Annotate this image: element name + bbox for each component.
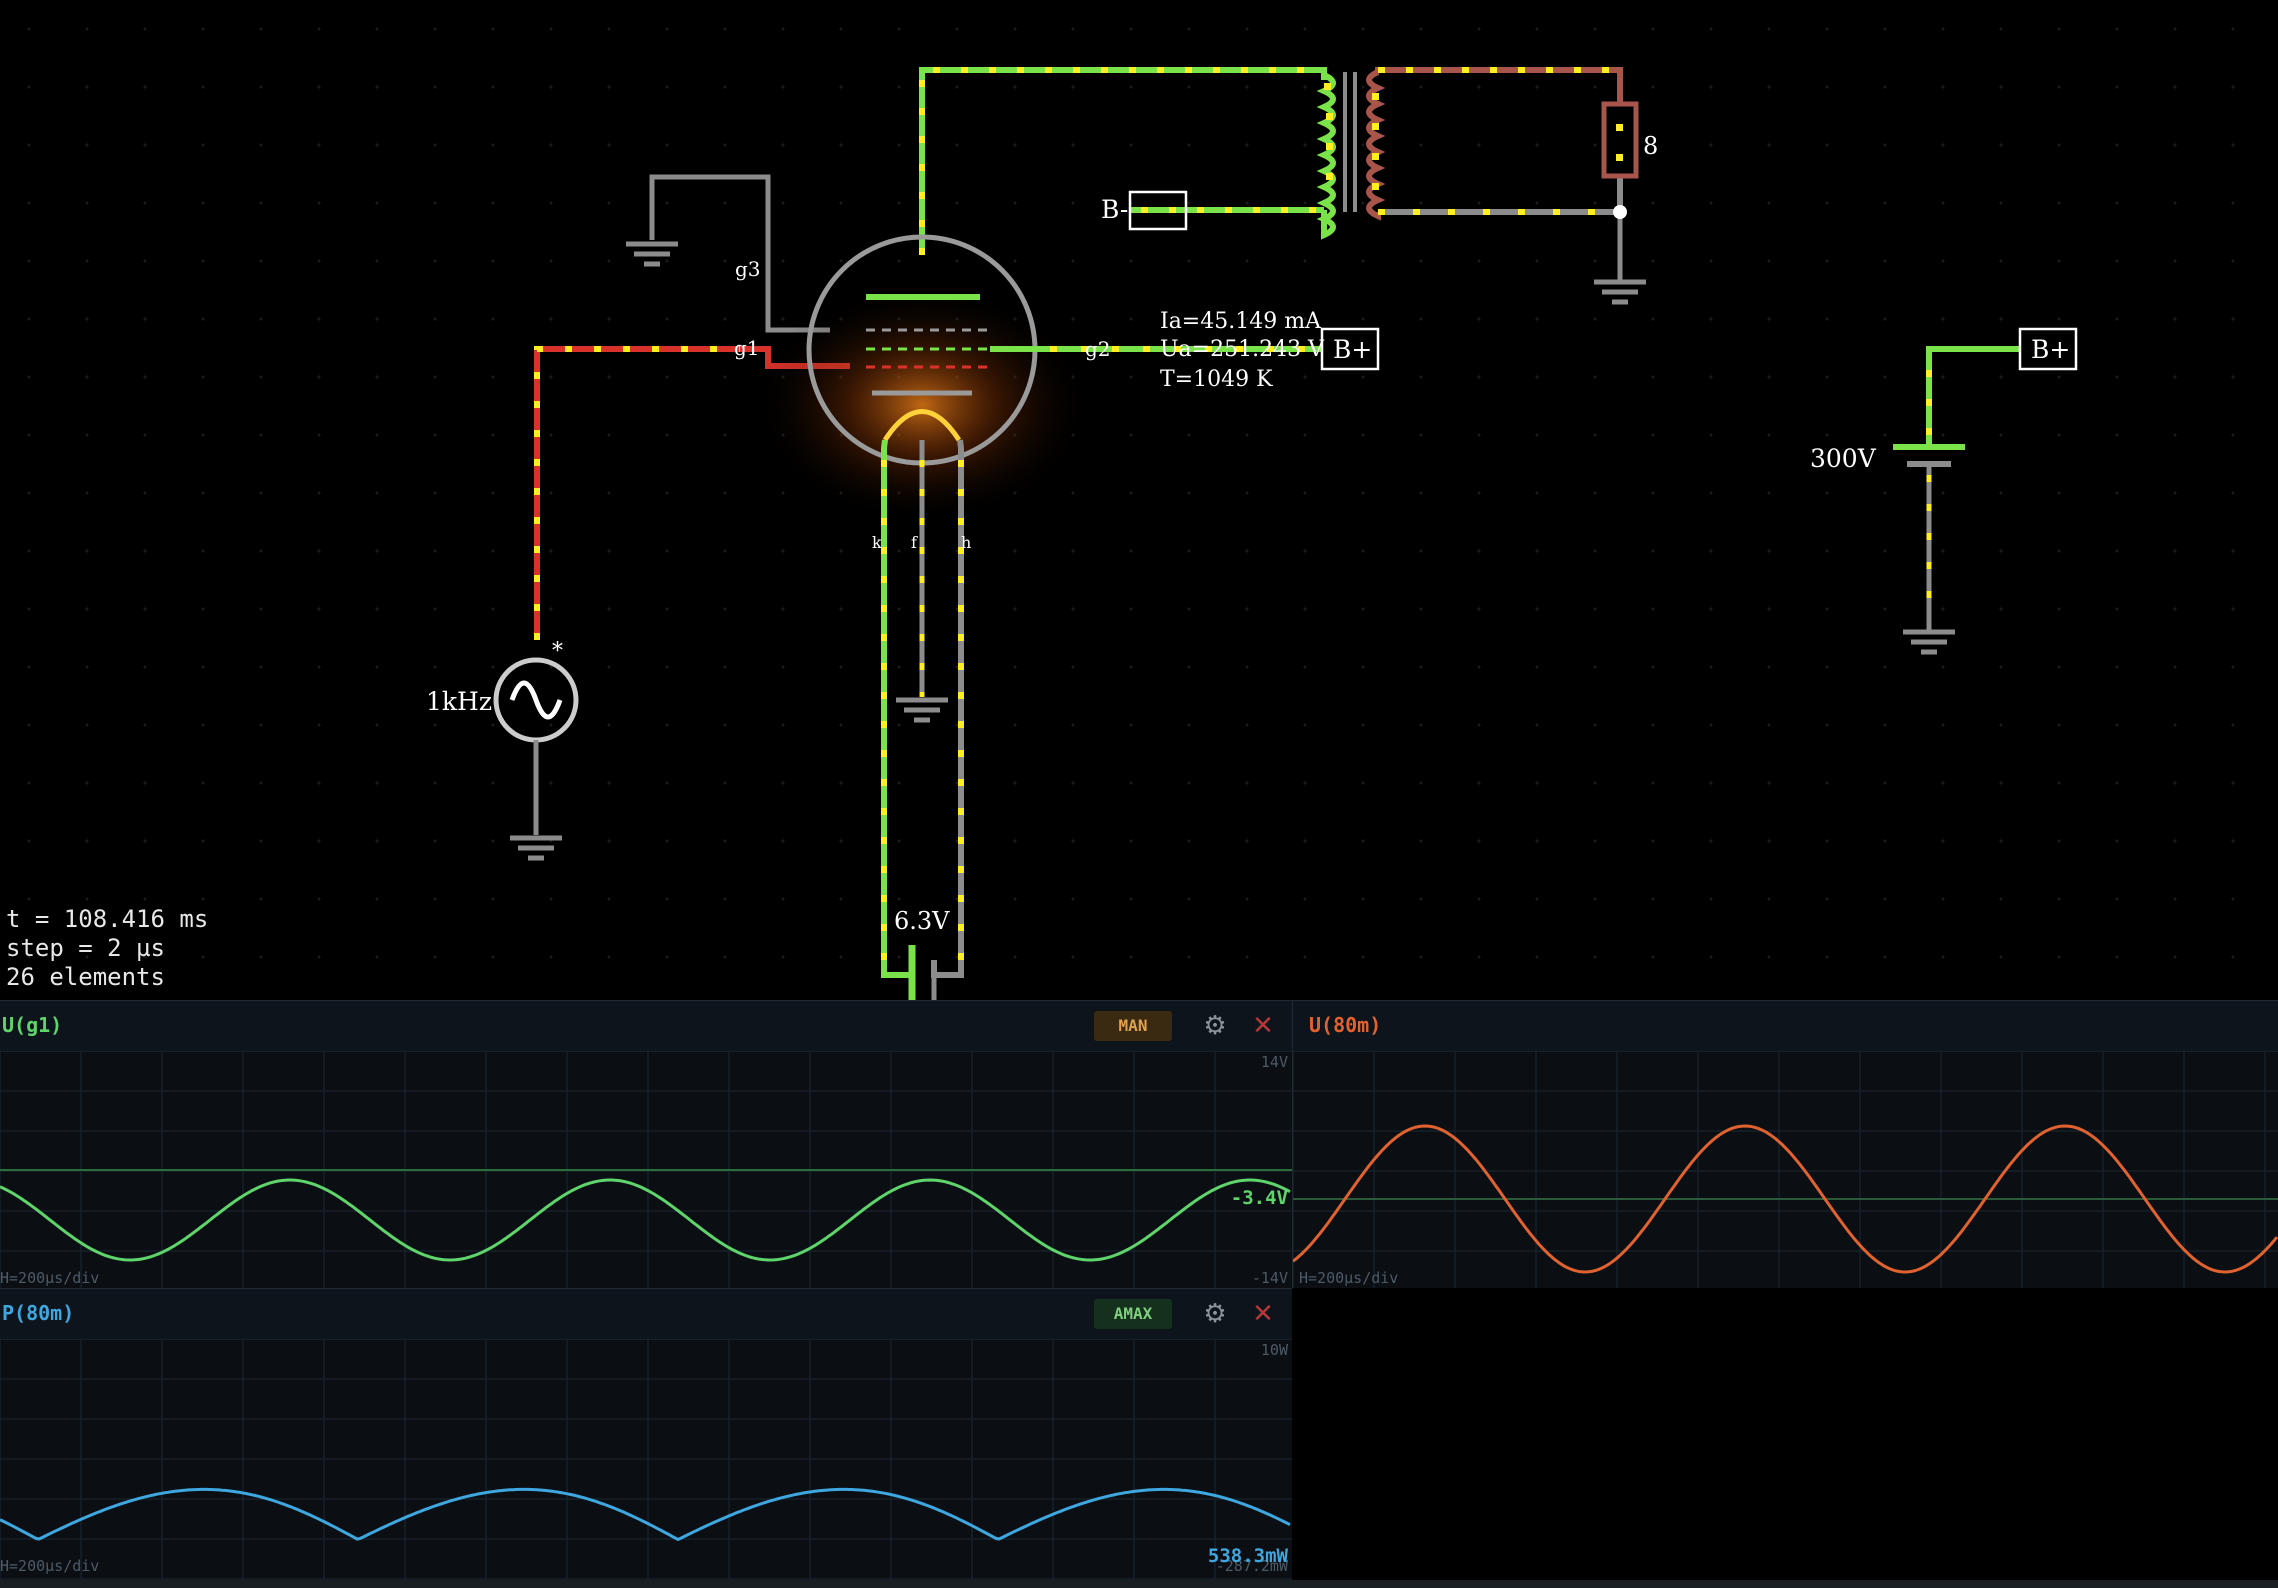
b-plus-label-tube[interactable]: B+ <box>1320 327 1380 371</box>
tube-readout: Ia=45.149 mA Ua=251.243 V T=1049 K <box>1160 309 1325 392</box>
scope-value: 538.3mW <box>1207 1545 1288 1567</box>
g3-wire[interactable] <box>649 174 830 333</box>
sim-step: step = 2 µs <box>6 934 165 962</box>
transformer-secondary[interactable] <box>1366 69 1386 221</box>
scale-mode-button[interactable]: AMAX <box>1094 1299 1172 1329</box>
svg-text:B+: B+ <box>2031 335 2070 364</box>
scope-title: U(80m) <box>1309 1013 1382 1037</box>
speaker-wires[interactable] <box>1375 67 1627 280</box>
svg-text:B+: B+ <box>1333 335 1372 364</box>
scope-value: -3.4V <box>1230 1187 1288 1209</box>
ground-icon <box>1903 629 1955 655</box>
scope-title: U(g1) <box>2 1013 63 1037</box>
scope-header: U(80m) <box>1293 1001 2278 1052</box>
gear-icon[interactable]: ⚙ <box>1200 1299 1230 1329</box>
scope-plot <box>0 1339 1292 1581</box>
circuit-canvas[interactable]: 8 B- g3 g1 1kHz * g2 B+ Ia=45.149 mA Ua=… <box>0 0 2278 1000</box>
generator-marker: * <box>552 639 563 664</box>
speaker-label: 8 <box>1643 132 1658 160</box>
ground-icon <box>626 241 678 267</box>
pin-label-g3: g3 <box>735 257 761 281</box>
scope-max-label: 10W <box>1260 1341 1288 1359</box>
svg-text:B-: B- <box>1101 195 1128 224</box>
simulation-info: t = 108.416 ms step = 2 µs 26 elements <box>6 905 208 992</box>
speaker-load[interactable] <box>1601 101 1639 179</box>
scope-max-label: 14V <box>1260 1053 1288 1071</box>
scope-ug1[interactable]: U(g1) MAN ⚙ ✕ 14V -14V H=200µs/div -3.4V <box>0 1000 1292 1289</box>
scope-min-label: -14V <box>1251 1269 1288 1287</box>
scope-plot <box>1293 1051 2278 1289</box>
empty-panel <box>1292 1288 2278 1580</box>
pin-label-f: f <box>911 533 918 552</box>
scope-header: U(g1) MAN ⚙ ✕ <box>0 1001 1292 1052</box>
ground-icon <box>1594 279 1646 305</box>
svg-text:Ua=251.243 V: Ua=251.243 V <box>1160 337 1325 362</box>
close-icon[interactable]: ✕ <box>1248 1299 1278 1329</box>
pin-label-g1: g1 <box>734 336 760 360</box>
supply-voltage: 300V <box>1810 444 1877 473</box>
close-icon[interactable]: ✕ <box>1248 1011 1278 1041</box>
b-plus-label-supply[interactable]: B+ <box>2018 327 2078 371</box>
scope-header: P(80m) AMAX ⚙ ✕ <box>0 1289 1292 1340</box>
scope-hdiv-label: H=200µs/div <box>1299 1269 1399 1287</box>
heater-voltage: 6.3V <box>894 907 950 935</box>
circuit-schematic[interactable]: 8 B- g3 g1 1kHz * g2 B+ Ia=45.149 mA Ua=… <box>0 0 2278 1000</box>
gear-icon[interactable]: ⚙ <box>1200 1011 1230 1041</box>
svg-text:T=1049 K: T=1049 K <box>1160 367 1273 392</box>
transformer-core <box>1343 72 1357 212</box>
plate-wire[interactable] <box>919 67 1327 255</box>
scope-plot <box>0 1051 1292 1289</box>
supply-battery[interactable] <box>1893 444 1965 467</box>
generator-frequency: 1kHz <box>426 687 492 716</box>
sim-element-count: 26 elements <box>6 963 165 991</box>
supply-wire[interactable] <box>1926 346 2020 630</box>
transformer-primary[interactable] <box>1130 72 1336 240</box>
pin-label-h: h <box>961 533 971 552</box>
ground-icon <box>510 835 562 861</box>
sim-time: t = 108.416 ms <box>6 905 209 933</box>
scale-mode-button[interactable]: MAN <box>1094 1011 1172 1041</box>
scope-p80m[interactable]: P(80m) AMAX ⚙ ✕ 10W -287.2mW H=200µs/div… <box>0 1288 1292 1581</box>
scope-title: P(80m) <box>2 1301 75 1325</box>
signal-generator[interactable] <box>493 657 579 835</box>
pin-label-g2: g2 <box>1085 337 1111 361</box>
scope-hdiv-label: H=200µs/div <box>0 1557 100 1575</box>
scope-u80m[interactable]: U(80m) H=200µs/div <box>1292 1000 2278 1289</box>
scope-hdiv-label: H=200µs/div <box>0 1269 100 1287</box>
ground-icon <box>896 697 948 723</box>
svg-text:Ia=45.149 mA: Ia=45.149 mA <box>1160 309 1322 334</box>
status-strip <box>0 1580 2278 1588</box>
heater-battery[interactable] <box>908 945 937 1000</box>
pin-label-k: k <box>872 533 882 552</box>
